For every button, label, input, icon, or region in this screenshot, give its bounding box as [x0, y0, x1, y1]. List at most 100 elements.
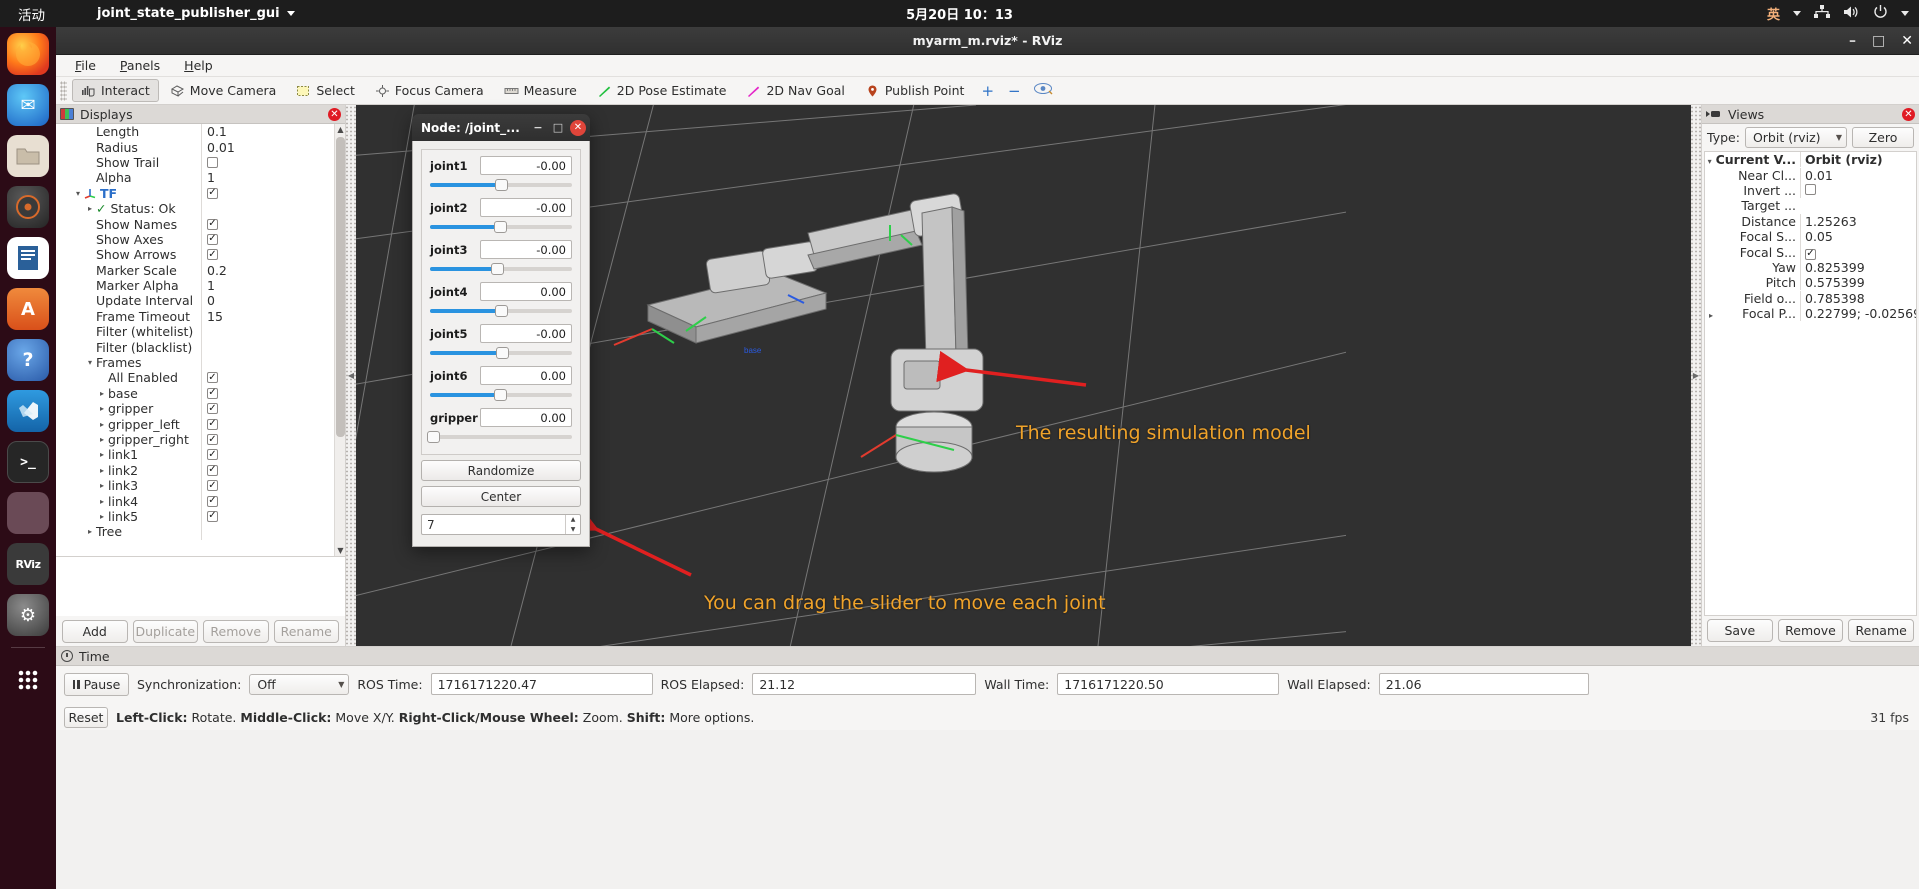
views-row-target[interactable]: Target ...: [1705, 198, 1916, 213]
save-view-button[interactable]: Save: [1707, 619, 1773, 642]
row-value[interactable]: ✓: [201, 401, 345, 416]
displays-row-status-ok[interactable]: ✓Status: Ok: [56, 201, 345, 216]
displays-row-show-names[interactable]: Show Names✓: [56, 216, 345, 231]
checkbox-checked[interactable]: ✓: [207, 388, 218, 399]
views-row-invert[interactable]: Invert ...: [1705, 183, 1916, 198]
views-row-value[interactable]: [1800, 183, 1916, 198]
checkbox-checked[interactable]: ✓: [207, 403, 218, 414]
row-value[interactable]: 1: [201, 170, 345, 185]
scroll-down-icon[interactable]: ▼: [335, 545, 345, 556]
views-row-current-v[interactable]: Current V...Orbit (rviz): [1705, 152, 1916, 167]
row-value[interactable]: 0: [201, 293, 345, 308]
expand-arrow-icon[interactable]: [96, 481, 108, 490]
dock-icon-settings[interactable]: ⚙: [7, 594, 49, 636]
views-row-value[interactable]: 0.22799; -0.025697; ...: [1800, 306, 1916, 321]
displays-row-link5[interactable]: link5✓: [56, 509, 345, 524]
dock-icon-files[interactable]: [7, 135, 49, 177]
views-row-focal-s[interactable]: Focal S...✓: [1705, 244, 1916, 259]
views-row-value[interactable]: 0.01: [1800, 168, 1916, 183]
displays-row-all-enabled[interactable]: All Enabled✓: [56, 370, 345, 385]
row-value[interactable]: ✓: [201, 493, 345, 508]
remove-view-button[interactable]: Remove: [1778, 619, 1844, 642]
views-row-value[interactable]: 0.825399: [1800, 260, 1916, 275]
checkbox-checked[interactable]: ✓: [207, 234, 218, 245]
views-close-icon[interactable]: ✕: [1902, 108, 1915, 121]
joint-value-joint4[interactable]: 0.00: [480, 282, 572, 301]
expand-arrow-icon[interactable]: [96, 512, 108, 521]
views-row-focal-s[interactable]: Focal S...0.05: [1705, 229, 1916, 244]
view-type-combo[interactable]: Orbit (rviz) ▼: [1745, 127, 1847, 148]
ros-time-field[interactable]: 1716171220.47: [431, 673, 653, 695]
views-row-field-o[interactable]: Field o...0.785398: [1705, 291, 1916, 306]
expand-arrow-icon[interactable]: [96, 404, 108, 413]
tool-2d-nav-goal[interactable]: 2D Nav Goal: [737, 79, 853, 102]
joint-state-publisher-dialog[interactable]: Node: /joint_... − □ ✕ joint1-0.00joint2…: [412, 114, 590, 547]
joint-slider-joint4[interactable]: [430, 304, 572, 318]
dock-icon-terminal[interactable]: >_: [7, 441, 49, 483]
spin-up-icon[interactable]: ▲: [566, 515, 580, 525]
row-value[interactable]: 15: [201, 309, 345, 324]
displays-row-filter-blacklist[interactable]: Filter (blacklist): [56, 339, 345, 354]
checkbox-checked[interactable]: ✓: [207, 434, 218, 445]
row-value[interactable]: 1: [201, 278, 345, 293]
visibility-eye-icon[interactable]: [1029, 80, 1057, 101]
row-value[interactable]: 0.1: [201, 124, 345, 139]
expand-arrow-icon[interactable]: [96, 389, 108, 398]
displays-row-tree[interactable]: Tree: [56, 524, 345, 539]
tool-select[interactable]: Select: [287, 79, 364, 102]
views-row-value[interactable]: 1.25263: [1800, 214, 1916, 229]
joint-slider-joint3[interactable]: [430, 262, 572, 276]
joint-value-joint3[interactable]: -0.00: [480, 240, 572, 259]
displays-row-base[interactable]: base✓: [56, 386, 345, 401]
dock-icon-firefox[interactable]: [7, 33, 49, 75]
checkbox-checked[interactable]: ✓: [207, 249, 218, 260]
displays-row-tf[interactable]: TF✓: [56, 186, 345, 201]
zero-button[interactable]: Zero: [1852, 127, 1914, 148]
dock-icon-gazebo[interactable]: [7, 492, 49, 534]
expand-arrow-icon[interactable]: [96, 497, 108, 506]
expand-arrow-icon[interactable]: [96, 466, 108, 475]
activities-button[interactable]: 活动: [0, 4, 59, 24]
displays-row-length[interactable]: Length0.1: [56, 124, 345, 139]
duplicate-display-button[interactable]: Duplicate: [133, 620, 199, 643]
views-row-value[interactable]: 0.05: [1800, 229, 1916, 244]
row-value[interactable]: 0.2: [201, 263, 345, 278]
expand-arrow-icon[interactable]: [1705, 157, 1716, 166]
tool-2d-pose-estimate[interactable]: 2D Pose Estimate: [588, 79, 736, 102]
menu-panels[interactable]: Panels: [111, 56, 169, 75]
remove-display-button[interactable]: Remove: [203, 620, 269, 643]
joint-slider-joint1[interactable]: [430, 178, 572, 192]
center-button[interactable]: Center: [421, 486, 581, 507]
joint-value-joint2[interactable]: -0.00: [480, 198, 572, 217]
checkbox-unchecked[interactable]: [207, 157, 218, 168]
views-row-distance[interactable]: Distance1.25263: [1705, 214, 1916, 229]
rename-view-button[interactable]: Rename: [1848, 619, 1914, 642]
row-value[interactable]: [201, 355, 345, 370]
dock-icon-rviz[interactable]: RViz: [7, 543, 49, 585]
spin-down-icon[interactable]: ▼: [566, 525, 580, 535]
views-row-value[interactable]: 0.575399: [1800, 275, 1916, 290]
tool-measure[interactable]: Measure: [495, 79, 586, 102]
slider-knob[interactable]: [427, 431, 440, 443]
displays-row-link1[interactable]: link1✓: [56, 447, 345, 462]
row-value[interactable]: ✓: [201, 216, 345, 231]
views-row-focal-p[interactable]: Focal P...0.22799; -0.025697; ...: [1705, 306, 1916, 321]
row-value[interactable]: [201, 155, 345, 170]
rename-display-button[interactable]: Rename: [274, 620, 340, 643]
tool-move-camera[interactable]: Move Camera: [161, 79, 286, 102]
randomize-button[interactable]: Randomize: [421, 460, 581, 481]
displays-row-marker-alpha[interactable]: Marker Alpha1: [56, 278, 345, 293]
row-value[interactable]: ✓: [201, 247, 345, 262]
displays-tree[interactable]: Length0.1Radius0.01Show TrailAlpha1TF✓✓S…: [56, 124, 345, 556]
toolbar-grip[interactable]: [60, 81, 67, 101]
row-value[interactable]: [201, 524, 345, 539]
slider-knob[interactable]: [495, 179, 508, 191]
expand-arrow-icon[interactable]: [96, 450, 108, 459]
displays-row-update-interval[interactable]: Update Interval0: [56, 293, 345, 308]
clock[interactable]: 5月20日 10：13: [906, 4, 1013, 23]
pause-button[interactable]: Pause: [64, 673, 129, 696]
reset-button[interactable]: Reset: [64, 707, 108, 728]
expand-arrow-icon[interactable]: [96, 435, 108, 444]
active-app-menu[interactable]: joint_state_publisher_gui: [97, 6, 295, 21]
joint-slider-gripper[interactable]: [430, 430, 572, 444]
